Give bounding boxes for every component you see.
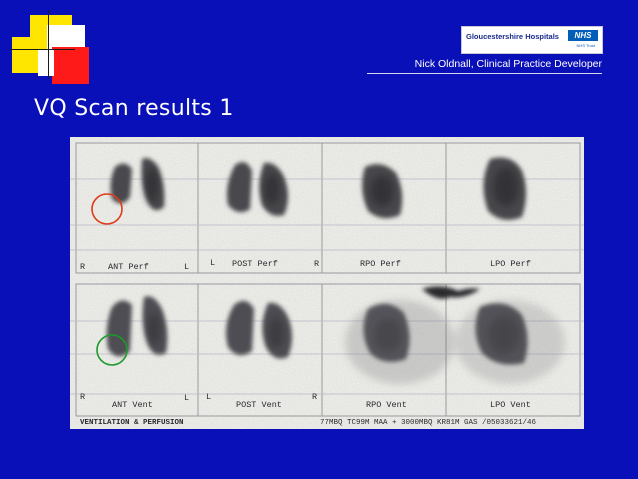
footer-left: VENTILATION & PERFUSION bbox=[80, 419, 184, 427]
perf-ant-left-marker: R bbox=[80, 262, 85, 272]
vent-lpo-label: LPO Vent bbox=[490, 400, 531, 410]
hospital-logo: Gloucestershire Hospitals NHS NHS Trust bbox=[461, 26, 603, 54]
perf-post-left-marker: L bbox=[210, 258, 215, 268]
perf-post-right-marker: R bbox=[314, 259, 319, 269]
vent-ant-left-marker: R bbox=[80, 392, 85, 402]
perf-lpo-label: LPO Perf bbox=[490, 259, 531, 269]
logo-subtitle: NHS Trust bbox=[576, 43, 595, 48]
vent-ant-label: ANT Vent bbox=[112, 400, 153, 410]
vent-post-label: POST Vent bbox=[236, 400, 282, 410]
background-activity-2 bbox=[455, 300, 565, 384]
vent-ant-right-marker: L bbox=[184, 393, 189, 403]
decor-red-square bbox=[52, 47, 89, 84]
perf-ant-right-marker: L bbox=[184, 262, 189, 272]
footer-right: 77MBQ TC99M MAA + 3000MBQ KR81M GAS /050… bbox=[320, 419, 537, 427]
vent-post-right-marker: R bbox=[312, 392, 317, 402]
logo-name: Gloucestershire Hospitals bbox=[466, 32, 559, 41]
vq-scan-svg: R ANT Perf L L POST Perf R RPO Perf LPO … bbox=[70, 137, 584, 429]
decor-white-square-2 bbox=[38, 50, 54, 76]
author-line: Nick Oldnall, Clinical Practice Develope… bbox=[414, 58, 602, 70]
perf-rpo-label: RPO Perf bbox=[360, 259, 401, 269]
vq-scan-image: R ANT Perf L L POST Perf R RPO Perf LPO … bbox=[70, 137, 584, 429]
vent-rpo-label: RPO Vent bbox=[366, 400, 407, 410]
header-divider bbox=[367, 73, 602, 74]
decor-line-v bbox=[48, 10, 49, 79]
nhs-badge: NHS bbox=[568, 30, 598, 41]
perf-ant-label: ANT Perf bbox=[108, 262, 149, 272]
background-activity bbox=[345, 300, 455, 384]
perf-post-label: POST Perf bbox=[232, 259, 278, 269]
decor-line-h bbox=[10, 49, 75, 50]
slide-title: VQ Scan results 1 bbox=[34, 96, 234, 121]
vent-post-left-marker: L bbox=[206, 392, 211, 402]
